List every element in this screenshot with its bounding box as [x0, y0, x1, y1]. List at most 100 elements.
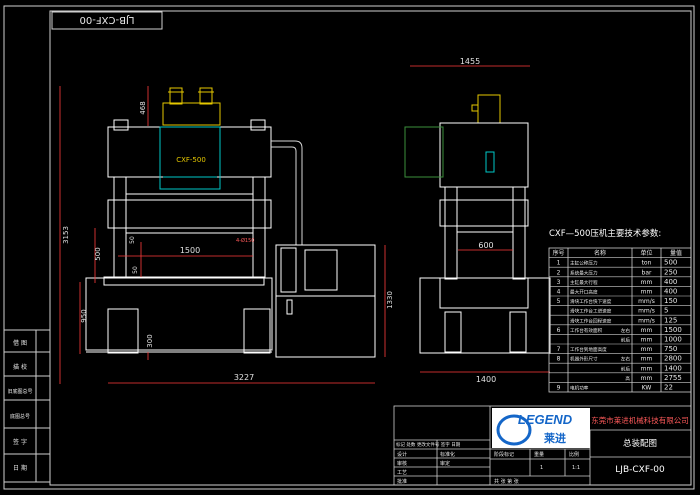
strip-label-1: 借 图	[13, 339, 27, 347]
dim-468: 468	[139, 101, 147, 114]
side-dimensions	[410, 65, 550, 373]
strip-label-5: 签 字	[13, 438, 27, 446]
logo-cn: 莱进	[544, 431, 566, 445]
rod-note: 4-Ø150	[236, 237, 254, 244]
param-unit: mm	[641, 327, 653, 334]
param-value: 2800	[664, 355, 682, 363]
param-value: 1000	[664, 336, 682, 344]
param-unit: mm/s	[638, 317, 655, 324]
drawing-number-text: LJB-CXF-00	[80, 14, 135, 25]
strip-label-3: 旧底图总号	[7, 388, 32, 395]
param-sub: 前后	[621, 365, 631, 372]
company-logo: LEGEND 莱进	[492, 408, 590, 448]
param-value: 500	[664, 259, 677, 267]
dim-600: 600	[478, 241, 493, 250]
param-name: 主缸公称压力	[570, 260, 598, 267]
param-no: 3	[557, 279, 561, 286]
params-header-0: 序号	[552, 249, 564, 257]
column-right	[252, 176, 266, 278]
front-dimension-labels: 3153 468 500 950 300 50 50 1500 3227 133…	[62, 101, 394, 382]
param-name: 滑块工作台快下速度	[570, 298, 612, 305]
params-title: CXF—500压机主要技术参数:	[549, 228, 661, 239]
slide	[107, 199, 272, 229]
dim-950: 950	[80, 309, 88, 322]
cad-drawing-canvas[interactable]: LJB-CXF-00 借 图 描 校 旧底图总号 底图总号 签 字 日 期 CX…	[0, 0, 700, 495]
tb-row-2: 审核	[397, 460, 407, 467]
side-valve	[477, 94, 501, 124]
param-unit: mm/s	[638, 308, 655, 315]
param-sub: 左右	[621, 356, 631, 363]
param-value: 150	[664, 297, 677, 305]
tb-row-4: 批准	[397, 478, 407, 485]
param-unit: mm	[641, 375, 653, 382]
param-no: 5	[557, 298, 561, 305]
dim-1400: 1400	[476, 375, 496, 384]
side-crown	[439, 122, 529, 188]
tb-scale: 1:1	[572, 465, 580, 471]
drawing-no: LJB-CXF-00	[615, 465, 665, 475]
param-value: 250	[664, 268, 677, 276]
dim-500: 500	[94, 247, 102, 260]
top-crown	[107, 126, 272, 178]
param-no: 6	[557, 327, 561, 334]
front-view	[85, 87, 376, 358]
drawing-number-box: LJB-CXF-00	[51, 11, 163, 30]
strip-label-6: 日 期	[13, 464, 27, 472]
param-value: 22	[664, 384, 673, 392]
hydraulic-block	[162, 102, 221, 126]
param-name: 电机功率	[570, 385, 589, 392]
params-header-1: 名称	[594, 249, 606, 257]
dim-1500: 1500	[180, 246, 200, 255]
dim-50-a: 50	[129, 236, 136, 244]
param-no: 9	[557, 385, 561, 392]
param-name: 工作台到地面高度	[570, 346, 607, 353]
dim-300: 300	[146, 334, 154, 347]
param-no: 8	[557, 356, 561, 363]
tb-row-3: 工艺	[397, 470, 407, 476]
param-no: 4	[557, 289, 561, 296]
param-unit: bar	[642, 269, 652, 276]
params-header-2: 单位	[640, 249, 652, 257]
param-name: 系统最大压力	[570, 269, 598, 276]
dim-1455: 1455	[460, 57, 480, 66]
dim-50-b: 50	[132, 266, 139, 274]
tb-row-0: 标记 处数 更改文件号 签字 日期	[396, 441, 461, 448]
hydraulic-pipe	[271, 140, 303, 245]
params-table: 序号 名称 单位 量值 1 主缸公称压力 ton 500 2 系统最大压力 bar 250 3 主缸最大行…	[548, 247, 692, 393]
param-sub: 高	[625, 375, 630, 382]
drawing-name: 总装配图	[623, 438, 657, 449]
valve-left	[169, 87, 183, 105]
param-name: 最大开口高度	[570, 289, 598, 296]
strip-label-2: 描 校	[13, 363, 27, 371]
tb-weight: 重量	[534, 451, 544, 458]
param-value: 5	[664, 307, 668, 315]
side-tank	[404, 126, 444, 178]
company-name: 东莞市莱进机械科技有限公司	[591, 415, 689, 425]
param-no: 1	[557, 260, 561, 267]
param-unit: mm	[641, 365, 653, 372]
params-header-3: 量值	[670, 249, 682, 257]
dim-3153: 3153	[62, 226, 70, 244]
param-no: 7	[557, 346, 561, 353]
strip-label-4: 底图总号	[10, 413, 30, 420]
dim-1330: 1330	[386, 291, 394, 309]
left-strip-labels: 借 图 描 校 旧底图总号 底图总号 签 字 日 期	[7, 339, 32, 472]
param-unit: mm	[641, 289, 653, 296]
tb-sheets: 共 张 第 张	[494, 478, 519, 485]
param-value: 400	[664, 278, 677, 286]
param-sub: 左右	[621, 327, 631, 334]
param-value: 1500	[664, 326, 682, 334]
control-cabinet	[275, 244, 376, 358]
model-label: CXF-500	[176, 156, 206, 164]
left-signature-strip	[3, 329, 51, 483]
param-name: 主缸最大行程	[570, 279, 598, 286]
logo-en: LEGEND	[518, 412, 573, 427]
param-unit: mm	[641, 337, 653, 344]
side-view	[404, 94, 551, 354]
param-unit: ton	[642, 260, 652, 267]
tb-qty: 1	[540, 465, 543, 471]
param-value: 400	[664, 288, 677, 296]
valve-right	[199, 87, 213, 105]
param-no: 2	[557, 269, 561, 276]
param-unit: mm	[641, 356, 653, 363]
